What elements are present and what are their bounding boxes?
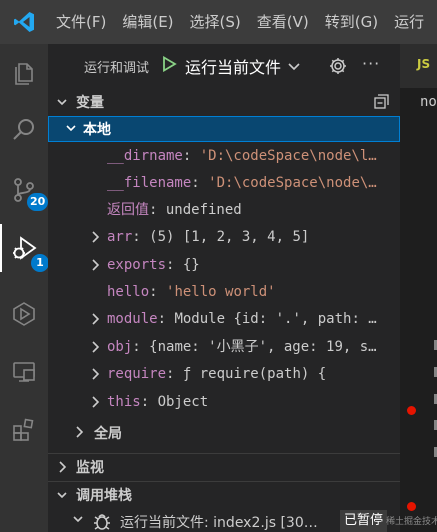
call-stack-session-label: 运行当前文件: index2.js [30…	[120, 515, 318, 531]
variable-value: Object	[157, 394, 209, 410]
variable-value: 'hello world'	[166, 284, 276, 300]
variable-row[interactable]: module: Module {id: '.', path: …	[48, 306, 400, 333]
scope-global[interactable]: 全局	[48, 419, 400, 446]
run-config-dropdown[interactable]: 运行当前文件	[157, 52, 305, 80]
chevron-right-icon	[73, 425, 85, 443]
chevron-down-icon	[72, 513, 84, 529]
scope-local-label: 本地	[83, 122, 111, 138]
menu-item[interactable]: 转到(G)	[317, 0, 386, 44]
chevron-down-icon	[287, 57, 301, 76]
variable-value: Module {id: '.', path: …	[174, 311, 377, 327]
chevron-right-icon	[48, 460, 76, 474]
variable-value: ƒ require(path) {	[182, 366, 327, 382]
chevron-right-icon	[89, 395, 101, 413]
variable-name: arr	[107, 229, 133, 245]
call-stack-section-title: 调用堆栈	[76, 488, 132, 504]
menu-item[interactable]: 运行	[386, 0, 432, 44]
variable-value: {}	[182, 257, 200, 273]
run-debug-icon[interactable]: 1	[0, 224, 49, 272]
menu-bar: 文件(F) 编辑(E) 选择(S) 查看(V) 转到(G) 运行	[48, 0, 432, 44]
run-config-label: 运行当前文件	[185, 58, 282, 77]
activity-bar: 20 1	[0, 44, 49, 532]
variable-row[interactable]: arr: (5) [1, 2, 3, 4, 5]	[48, 224, 400, 251]
chevron-right-icon	[89, 367, 101, 385]
scope-global-label: 全局	[94, 425, 122, 442]
variables-section-header[interactable]: 变量	[48, 89, 400, 115]
variable-row[interactable]: exports: {}	[48, 252, 400, 279]
scope-local[interactable]: 本地	[48, 116, 400, 142]
watch-section-title: 监视	[76, 460, 104, 476]
variable-row[interactable]: __dirname: 'D:\codeSpace\node\l…	[48, 143, 400, 170]
chevron-right-icon	[89, 312, 101, 330]
variable-name: obj	[107, 339, 133, 355]
watermark: 稀土掘金技术社区	[386, 517, 437, 527]
debug-view-title: 运行和调试	[84, 60, 150, 76]
extensions-icon[interactable]	[0, 406, 48, 454]
variable-value: undefined	[165, 202, 242, 218]
title-bar: 文件(F) 编辑(E) 选择(S) 查看(V) 转到(G) 运行	[0, 0, 437, 44]
menu-item[interactable]: 选择(S)	[182, 0, 249, 44]
variable-value: 'D:\codeSpace\node\…	[208, 175, 377, 191]
variable-name: this	[107, 394, 141, 410]
editor-tab[interactable]: JS	[400, 44, 437, 88]
variables-section-title: 变量	[76, 95, 104, 111]
variable-row[interactable]: hello: 'hello world'	[48, 279, 400, 306]
variable-row[interactable]: obj: {name: '小黑子', age: 19, s…	[48, 334, 400, 361]
chevron-down-icon	[48, 96, 76, 108]
variable-name: 返回值	[107, 202, 149, 218]
debug-toolbar: 运行和调试 运行当前文件 ···	[48, 44, 400, 88]
call-stack-section-header[interactable]: 调用堆栈	[48, 482, 400, 508]
variable-value: (5) [1, 2, 3, 4, 5]	[149, 229, 310, 245]
remote-explorer-icon[interactable]	[0, 348, 48, 396]
paused-status: 已暂停	[340, 510, 388, 532]
variable-row[interactable]: __filename: 'D:\codeSpace\node\…	[48, 170, 400, 197]
collapse-all-icon[interactable]	[373, 93, 390, 114]
variable-name: require	[107, 366, 167, 382]
variable-name: hello	[107, 284, 150, 300]
debug-sidebar: 运行和调试 运行当前文件 ··· 变量 本地 __dirname: 'D:\co…	[48, 44, 400, 532]
vscode-logo-icon	[0, 0, 48, 44]
explorer-icon[interactable]	[0, 48, 48, 96]
editor-area[interactable]: JS no	[400, 44, 437, 532]
menu-item[interactable]: 编辑(E)	[114, 0, 181, 44]
source-control-badge: 20	[27, 193, 49, 211]
breakpoint-icon[interactable]	[407, 406, 416, 415]
more-actions-icon[interactable]: ···	[362, 54, 380, 73]
gear-icon[interactable]	[328, 56, 348, 80]
variable-value: {name: '小黑子', age: 19, s…	[149, 339, 377, 355]
chevron-right-icon	[89, 340, 101, 358]
debug-session-icon	[92, 511, 112, 532]
chevron-right-icon	[89, 258, 101, 276]
watch-section-header[interactable]: 监视	[48, 454, 400, 480]
chevron-down-icon	[48, 489, 76, 501]
extensions-test-icon[interactable]	[0, 290, 48, 338]
variable-value: 'D:\codeSpace\node\l…	[199, 148, 377, 164]
js-file-icon: JS	[417, 57, 431, 71]
chevron-right-icon	[89, 230, 101, 248]
source-control-icon[interactable]: 20	[0, 166, 49, 214]
variable-name: __dirname	[107, 148, 183, 164]
variable-name: module	[107, 311, 158, 327]
menu-item[interactable]: 查看(V)	[249, 0, 317, 44]
variable-row[interactable]: this: Object	[48, 389, 400, 416]
breakpoint-icon[interactable]	[407, 502, 416, 511]
run-debug-badge: 1	[31, 254, 49, 272]
variable-row[interactable]: require: ƒ require(path) {	[48, 361, 400, 388]
search-icon[interactable]	[0, 106, 48, 154]
chevron-down-icon	[65, 122, 77, 138]
menu-item[interactable]: 文件(F)	[48, 0, 114, 44]
variable-row[interactable]: 返回值: undefined	[48, 197, 400, 224]
variable-name: exports	[107, 257, 167, 273]
editor-visible-text: no	[420, 94, 437, 110]
start-debugging-icon[interactable]	[161, 55, 177, 76]
variable-name: __filename	[107, 175, 192, 191]
